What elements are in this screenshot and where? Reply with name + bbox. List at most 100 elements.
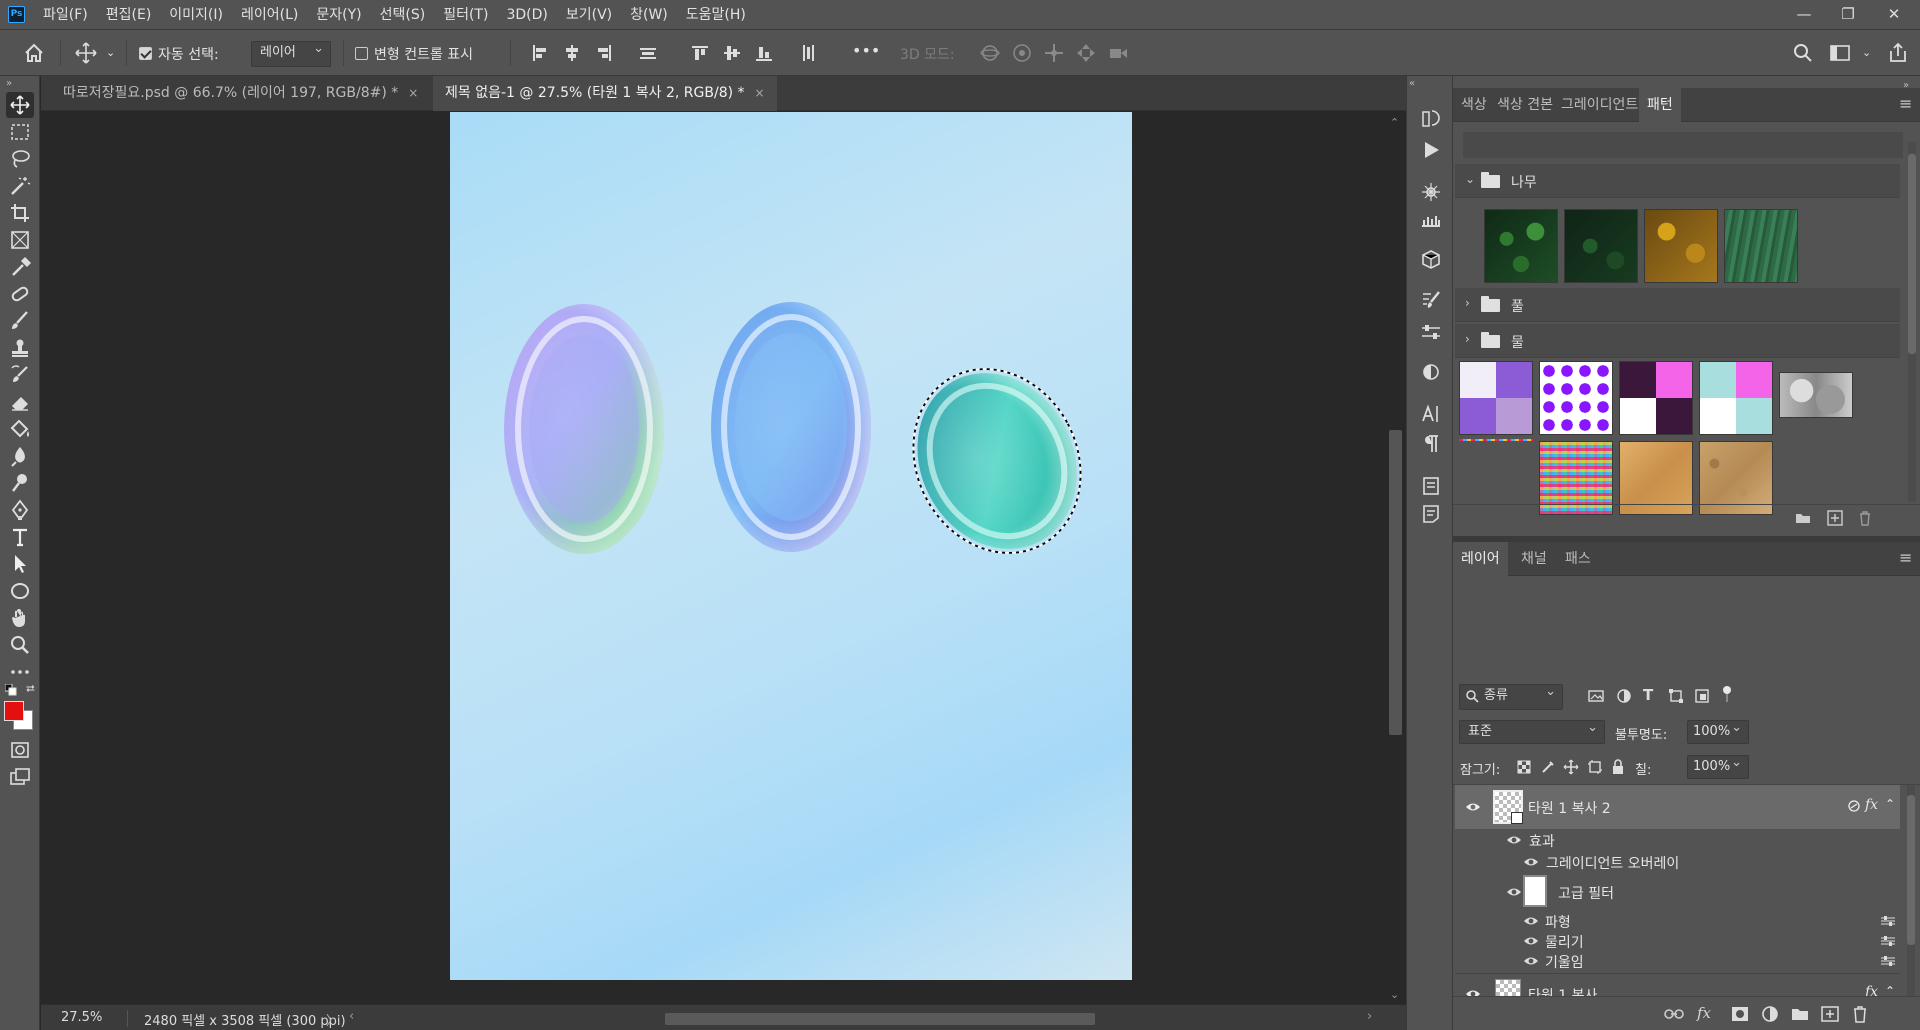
visibility-eye-icon[interactable]: [1523, 935, 1539, 947]
visibility-eye-icon[interactable]: [1523, 856, 1539, 868]
menu-help[interactable]: 도움말(H): [677, 0, 755, 30]
menu-view[interactable]: 보기(V): [557, 0, 621, 30]
tab-paths[interactable]: 패스: [1557, 542, 1599, 576]
filter-row-wave[interactable]: 파형: [1455, 911, 1900, 931]
pattern-group-wood[interactable]: ⌄ 나무: [1455, 164, 1900, 198]
visibility-eye-icon[interactable]: [1523, 955, 1539, 967]
lock-artboard-icon[interactable]: [1587, 759, 1603, 775]
pattern-swatch-purple-check[interactable]: [1459, 361, 1533, 435]
layer-effects-row[interactable]: 효과: [1455, 829, 1900, 851]
scroll-right-icon[interactable]: ›: [1367, 1009, 1372, 1024]
transform-controls-checkbox[interactable]: [355, 47, 368, 60]
clone-stamp-tool-button[interactable]: [6, 335, 34, 361]
close-tab-icon[interactable]: ×: [755, 86, 765, 100]
menu-filter[interactable]: 필터(T): [434, 0, 497, 30]
magic-wand-tool-button[interactable]: [6, 173, 34, 199]
history-brush-tool-button[interactable]: [6, 362, 34, 388]
blur-tool-button[interactable]: [6, 443, 34, 469]
pattern-swatch-stripe[interactable]: [1459, 439, 1533, 441]
visibility-eye-icon[interactable]: [1465, 801, 1481, 813]
zoom-level[interactable]: 27.5%: [61, 1010, 102, 1025]
align-right-icon[interactable]: [592, 41, 616, 65]
actions-panel-icon[interactable]: [1419, 138, 1443, 162]
delete-layer-icon[interactable]: [1849, 1004, 1871, 1024]
align-vertical-center-icon[interactable]: [720, 41, 744, 65]
scroll-down-icon[interactable]: ⌄: [1390, 988, 1399, 1001]
dodge-tool-button[interactable]: [6, 470, 34, 496]
hand-tool-button[interactable]: [6, 605, 34, 631]
panel-menu-icon[interactable]: ≡: [1899, 94, 1912, 113]
pen-tool-button[interactable]: [6, 497, 34, 523]
menu-3d[interactable]: 3D(D): [497, 0, 556, 30]
notes-panel-icon[interactable]: [1419, 502, 1443, 526]
libraries-panel-icon[interactable]: [1419, 474, 1443, 498]
3d-pan-icon[interactable]: [1042, 41, 1066, 65]
visibility-eye-icon[interactable]: [1506, 834, 1522, 846]
layers-scroll-thumb[interactable]: [1907, 795, 1915, 945]
lock-image-icon[interactable]: [1541, 760, 1555, 774]
lock-position-icon[interactable]: [1563, 759, 1579, 775]
layer-name[interactable]: 타원 1 복사 2: [1528, 798, 1611, 818]
ellipse-tool-button[interactable]: [6, 578, 34, 604]
filter-toggle-icon[interactable]: [1721, 684, 1733, 704]
smart-filters-row[interactable]: 고급 필터: [1455, 873, 1900, 911]
add-layer-style-icon[interactable]: fx: [1697, 1004, 1719, 1024]
visibility-eye-icon[interactable]: [1506, 886, 1522, 898]
tab-swatches[interactable]: 색상 견본: [1489, 88, 1561, 122]
paint-bucket-tool-button[interactable]: [6, 416, 34, 442]
move-tool-button[interactable]: [6, 92, 34, 118]
quick-mask-button[interactable]: [6, 737, 34, 763]
auto-select-checkbox[interactable]: [139, 47, 152, 60]
align-left-icon[interactable]: [528, 41, 552, 65]
scroll-left-icon[interactable]: ‹: [349, 1009, 354, 1024]
visibility-eye-icon[interactable]: [1523, 915, 1539, 927]
distribute-vertical-icon[interactable]: [636, 41, 660, 65]
filter-blending-options-icon[interactable]: [1881, 916, 1895, 926]
default-colors-icon[interactable]: [5, 684, 17, 696]
close-tab-icon[interactable]: ×: [408, 86, 418, 100]
path-selection-tool-button[interactable]: [6, 551, 34, 577]
workspace-chevron-icon[interactable]: ⌄: [1862, 46, 1871, 59]
distribute-horizontal-icon[interactable]: [796, 41, 820, 65]
filter-row-pinch[interactable]: 물리기: [1455, 931, 1900, 951]
align-top-icon[interactable]: [688, 41, 712, 65]
pattern-scroll-thumb[interactable]: [1908, 154, 1916, 354]
minimize-button[interactable]: —: [1782, 0, 1826, 30]
brush-tool-button[interactable]: [6, 308, 34, 334]
pattern-search-input[interactable]: [1463, 132, 1903, 158]
close-window-button[interactable]: ✕: [1872, 0, 1916, 30]
move-tool-icon[interactable]: [74, 41, 98, 65]
history-panel-icon[interactable]: [1419, 106, 1443, 130]
menu-layer[interactable]: 레이어(L): [232, 0, 307, 30]
new-pattern-icon[interactable]: [1825, 508, 1845, 528]
expand-dock-icon[interactable]: «: [1409, 78, 1415, 89]
marquee-tool-button[interactable]: [6, 119, 34, 145]
layers-panel-menu-icon[interactable]: ≡: [1899, 548, 1912, 567]
workspace-icon[interactable]: [1828, 41, 1852, 65]
share-icon[interactable]: [1886, 41, 1910, 65]
lasso-tool-button[interactable]: [6, 146, 34, 172]
pattern-group-grass[interactable]: › 풀: [1455, 288, 1900, 322]
pixel-layer-filter-icon[interactable]: [1587, 687, 1605, 705]
pattern-swatch-wood-3[interactable]: [1644, 209, 1718, 283]
screen-mode-button[interactable]: [6, 764, 34, 790]
filter-mask-thumbnail[interactable]: [1523, 875, 1547, 907]
crop-tool-button[interactable]: [6, 200, 34, 226]
frame-tool-button[interactable]: [6, 227, 34, 253]
filter-blending-options-icon[interactable]: [1881, 956, 1895, 966]
collapse-effects-icon[interactable]: ⌃: [1885, 797, 1895, 811]
menu-edit[interactable]: 편집(E): [97, 0, 161, 30]
restore-button[interactable]: ❐: [1826, 0, 1870, 30]
filter-blending-options-icon[interactable]: [1881, 936, 1895, 946]
character-panel-icon[interactable]: [1419, 402, 1443, 426]
align-horizontal-center-icon[interactable]: [560, 41, 584, 65]
tab-document-1[interactable]: 따로저장필요.psd @ 66.7% (레이어 197, RGB/8#) * ×: [51, 76, 430, 111]
3d-scale-icon[interactable]: [1106, 41, 1130, 65]
auto-select-target-dropdown[interactable]: 레이어: [251, 38, 331, 67]
pattern-swatch-wood-2[interactable]: [1564, 209, 1638, 283]
align-bottom-icon[interactable]: [752, 41, 776, 65]
tab-patterns[interactable]: 패턴: [1639, 88, 1681, 122]
eyedropper-tool-button[interactable]: [6, 254, 34, 280]
pattern-swatch-pink-check[interactable]: [1619, 361, 1693, 435]
menu-select[interactable]: 선택(S): [371, 0, 435, 30]
